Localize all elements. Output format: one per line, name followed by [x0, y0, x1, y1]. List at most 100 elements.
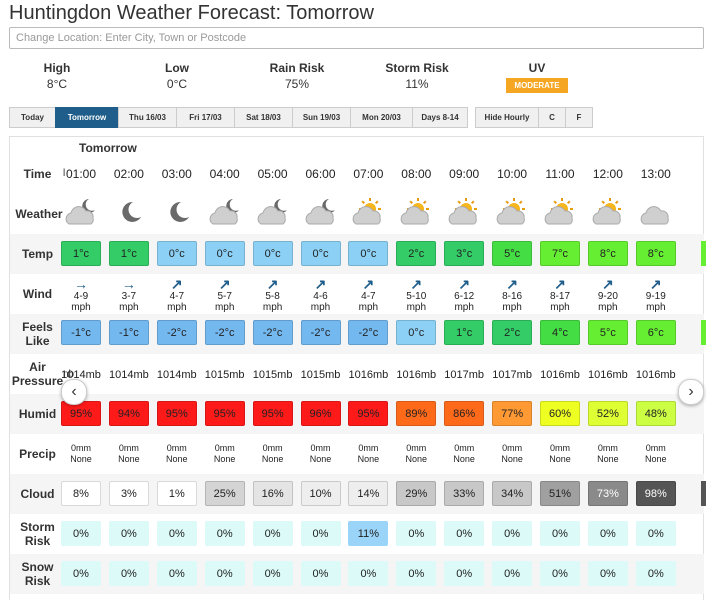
uv-badge: MODERATE: [506, 78, 568, 93]
tab-sat[interactable]: Sat 18/03: [234, 107, 293, 128]
tab-fri[interactable]: Fri 17/03: [176, 107, 235, 128]
temp-cell: 1°c: [61, 241, 101, 266]
wind-cell: ↗ 9-20 mph: [587, 277, 629, 313]
wind-direction-icon: ↗: [554, 276, 566, 292]
snow-risk-cell: 0%: [635, 561, 676, 586]
edge-cell-temp-right: [701, 241, 706, 266]
wind-direction-icon: ↗: [362, 276, 375, 292]
precip-amount: 0mm: [214, 443, 235, 453]
tab-mon[interactable]: Mon 20/03: [350, 107, 413, 128]
summary-high: High 8°C: [0, 61, 117, 91]
weather-icon-sun-cloud-icon: [443, 196, 485, 231]
wind-cell: ↗ 5-8 mph: [252, 277, 294, 313]
weather-icon-cloudy-night-icon: [60, 196, 102, 231]
storm-risk-cell: 11%: [348, 521, 389, 546]
pressure-cell: 1016mb: [588, 369, 628, 381]
uv-label: UV: [528, 61, 546, 75]
celsius-button[interactable]: C: [538, 107, 566, 128]
pressure-cell: 1015mb: [252, 369, 293, 381]
pressure-cell: 1016mb: [348, 369, 389, 381]
humidity-cell: 95%: [156, 401, 197, 426]
wind-direction-icon: →: [74, 276, 88, 292]
temp-cell: 3°c: [444, 241, 485, 266]
cloud-cover-cell: 34%: [492, 481, 533, 506]
tab-days-8-14[interactable]: Days 8-14: [412, 107, 468, 128]
pressure-cell: 1015mb: [204, 369, 245, 381]
row-label-time: Time: [23, 167, 52, 181]
row-label-storm-risk: Storm Risk: [10, 520, 65, 548]
precip-type: None: [309, 454, 332, 464]
weather-icon-cloudy-night-icon: [300, 196, 342, 231]
tab-tomorrow[interactable]: Tomorrow: [55, 107, 119, 128]
wind-speed: 9-20: [597, 291, 618, 302]
wind-speed: 4-7: [361, 291, 376, 302]
time-cell: 07:00: [353, 167, 384, 181]
pressure-cell: 1017mb: [444, 369, 485, 381]
feels-like-cell: -1°c: [108, 320, 149, 345]
cloud-cover-cell: 33%: [444, 481, 485, 506]
storm-risk-cell: 0%: [587, 521, 628, 546]
tab-thu[interactable]: Thu 16/03: [118, 107, 177, 128]
pressure-cell: 1017mb: [492, 369, 532, 381]
weather-icon-sun-cloud-icon: [395, 196, 437, 231]
weather-icon-cloudy-night-icon: [252, 196, 294, 231]
tab-today[interactable]: Today: [9, 107, 56, 128]
fahrenheit-button[interactable]: F: [565, 107, 593, 128]
cloud-cover-cell: 16%: [252, 481, 293, 506]
snow-risk-cell: 0%: [587, 561, 628, 586]
storm-risk-cell: 0%: [204, 521, 245, 546]
weather-icon-sun-cloud-icon: [539, 196, 581, 231]
precip-cell: 0mm None: [252, 443, 294, 465]
humidity-cell: 77%: [492, 401, 533, 426]
storm-risk-cell: 0%: [444, 521, 485, 546]
precip-type: None: [357, 454, 380, 464]
location-search-input[interactable]: Change Location: Enter City, Town or Pos…: [9, 27, 704, 49]
feels-like-cell: -2°c: [300, 320, 341, 345]
precip-cell: 0mm None: [347, 443, 389, 465]
pressure-cell: 1014mb: [109, 369, 149, 381]
precip-type: None: [453, 454, 475, 464]
precip-type: None: [645, 454, 667, 464]
feels-like-cell: -2°c: [204, 320, 245, 345]
time-cell: 02:00: [113, 167, 144, 181]
snow-risk-cell: 0%: [204, 561, 245, 586]
wind-unit: mph: [454, 302, 474, 313]
cloud-cover-cell: 29%: [396, 481, 437, 506]
feels-like-cell: -2°c: [348, 320, 389, 345]
wind-cell: ↗ 9-19 mph: [635, 277, 677, 313]
precip-amount: 0mm: [645, 443, 666, 453]
feels-like-cell: 5°c: [587, 320, 628, 345]
scroll-left-button[interactable]: ‹: [61, 379, 87, 405]
humidity-cell: 95%: [252, 401, 293, 426]
rain-risk-value: 75%: [284, 77, 310, 91]
row-label-air-1: Air: [29, 360, 46, 374]
wind-cell: ↗ 6-12 mph: [443, 277, 485, 313]
precip-amount: 0mm: [71, 443, 91, 453]
pressure-cell: 1016mb: [540, 369, 580, 381]
snow-risk-cell: 0%: [61, 561, 101, 586]
temp-cell: 0°c: [156, 241, 197, 266]
cloud-cover-cell: 73%: [587, 481, 628, 506]
wind-cell: ↗ 8-16 mph: [491, 277, 533, 313]
wind-direction-icon: ↗: [314, 276, 327, 292]
wind-unit: mph: [167, 302, 187, 313]
wind-unit: mph: [598, 302, 618, 313]
feels-like-cell: -2°c: [252, 320, 293, 345]
precip-type: None: [261, 454, 284, 464]
humidity-cell: 52%: [587, 401, 628, 426]
scroll-right-button[interactable]: ›: [678, 379, 704, 405]
precip-amount: 0mm: [118, 443, 139, 453]
tab-sun[interactable]: Sun 19/03: [292, 107, 351, 128]
precip-type: None: [166, 454, 188, 464]
summary-rain: Rain Risk 75%: [237, 61, 357, 91]
day-tabs: Today Tomorrow Thu 16/03 Fri 17/03 Sat 1…: [9, 107, 593, 128]
high-value: 8°C: [46, 77, 68, 91]
precip-type: None: [549, 454, 571, 464]
humidity-cell: 86%: [444, 401, 485, 426]
row-label-temp: Temp: [21, 247, 54, 261]
hide-hourly-button[interactable]: Hide Hourly: [475, 107, 539, 128]
precip-amount: 0mm: [550, 443, 570, 453]
storm-risk-cell: 0%: [108, 521, 149, 546]
wind-speed: 4-7: [169, 291, 185, 302]
row-label-wind: Wind: [22, 287, 53, 301]
